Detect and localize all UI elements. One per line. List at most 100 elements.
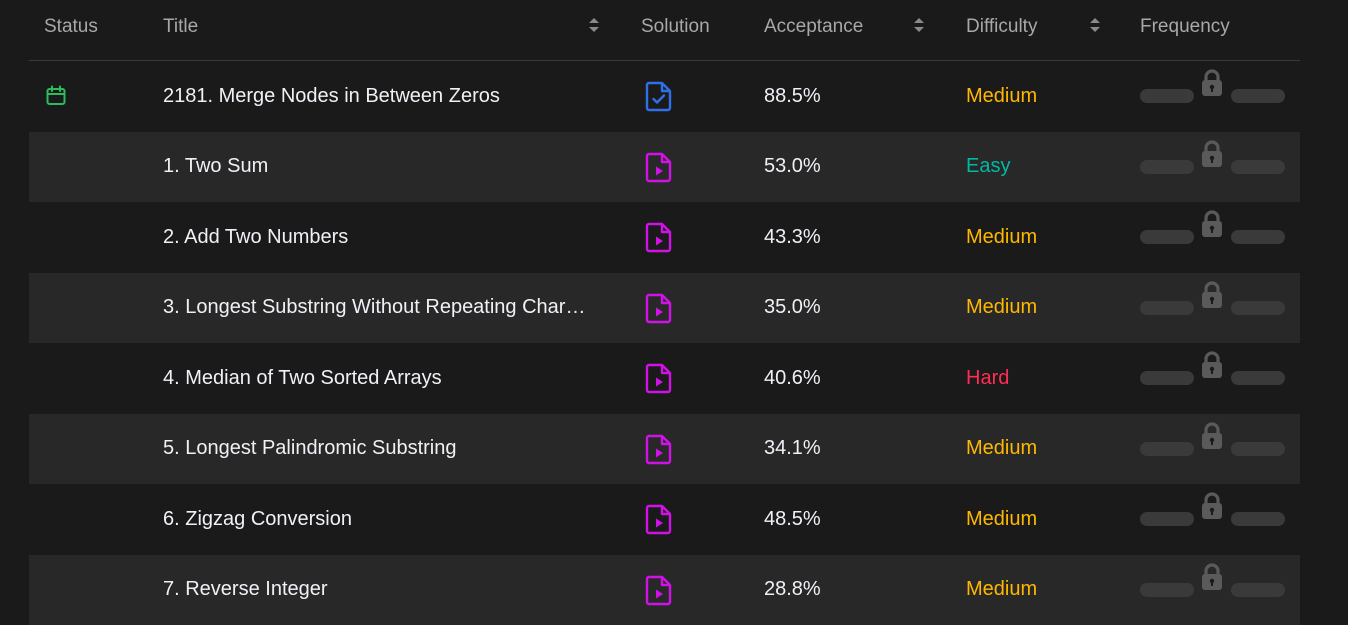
problem-title[interactable]: 3. Longest Substring Without Repeating C…	[163, 296, 585, 319]
difficulty-label: Medium	[966, 555, 1037, 625]
header-acceptance[interactable]: Acceptance	[764, 16, 863, 38]
sort-title-icon[interactable]	[588, 16, 600, 34]
frequency-cell	[1140, 61, 1290, 132]
status-cell	[45, 343, 85, 414]
frequency-bar	[1140, 441, 1285, 457]
frequency-cell	[1140, 343, 1290, 414]
frequency-cell	[1140, 555, 1290, 625]
file-play-icon[interactable]	[645, 433, 673, 465]
problem-title-link[interactable]: 6. Zigzag Conversion	[163, 484, 613, 555]
problem-title-link[interactable]: 2181. Merge Nodes in Between Zeros	[163, 61, 613, 132]
difficulty-label: Medium	[966, 202, 1037, 273]
lock-icon[interactable]	[1197, 491, 1227, 521]
file-play-icon[interactable]	[645, 503, 673, 535]
solution-cell[interactable]	[645, 484, 685, 555]
table-row: 2. Add Two Numbers 43.3% Medium	[29, 202, 1300, 273]
problem-title-link[interactable]: 3. Longest Substring Without Repeating C…	[163, 273, 613, 344]
status-cell	[45, 202, 85, 273]
problem-title-link[interactable]: 2. Add Two Numbers	[163, 202, 613, 273]
frequency-bar	[1140, 159, 1285, 175]
acceptance-rate: 43.3%	[764, 202, 821, 273]
difficulty-label: Medium	[966, 484, 1037, 555]
solution-cell[interactable]	[645, 61, 685, 132]
header-frequency: Frequency	[1140, 16, 1230, 38]
lock-icon[interactable]	[1197, 280, 1227, 310]
table-row: 5. Longest Palindromic Substring 34.1% M…	[29, 414, 1300, 485]
status-cell	[45, 414, 85, 485]
file-play-icon[interactable]	[645, 151, 673, 183]
acceptance-rate: 28.8%	[764, 555, 821, 625]
table-row: 6. Zigzag Conversion 48.5% Medium	[29, 484, 1300, 555]
frequency-bar	[1140, 582, 1285, 598]
difficulty-label: Medium	[966, 61, 1037, 132]
sort-acceptance-icon[interactable]	[913, 16, 925, 34]
frequency-cell	[1140, 132, 1290, 203]
frequency-bar	[1140, 511, 1285, 527]
lock-icon[interactable]	[1197, 209, 1227, 239]
frequency-bar	[1140, 88, 1285, 104]
solution-cell[interactable]	[645, 555, 685, 625]
frequency-cell	[1140, 484, 1290, 555]
problem-title[interactable]: 2. Add Two Numbers	[163, 226, 348, 249]
problem-title[interactable]: 5. Longest Palindromic Substring	[163, 437, 457, 460]
frequency-cell	[1140, 273, 1290, 344]
problem-title[interactable]: 2181. Merge Nodes in Between Zeros	[163, 85, 500, 108]
solution-cell[interactable]	[645, 414, 685, 485]
difficulty-label: Medium	[966, 273, 1037, 344]
problem-title-link[interactable]: 5. Longest Palindromic Substring	[163, 414, 613, 485]
file-play-icon[interactable]	[645, 362, 673, 394]
problem-title-link[interactable]: 7. Reverse Integer	[163, 555, 613, 625]
problem-title[interactable]: 7. Reverse Integer	[163, 578, 328, 601]
acceptance-rate: 35.0%	[764, 273, 821, 344]
lock-icon[interactable]	[1197, 562, 1227, 592]
header-title[interactable]: Title	[163, 16, 198, 38]
solution-cell[interactable]	[645, 343, 685, 414]
lock-icon[interactable]	[1197, 139, 1227, 169]
header-solution: Solution	[641, 16, 710, 38]
status-cell	[45, 132, 85, 203]
header-difficulty[interactable]: Difficulty	[966, 16, 1037, 38]
lock-icon[interactable]	[1197, 68, 1227, 98]
problem-title[interactable]: 6. Zigzag Conversion	[163, 508, 352, 531]
file-play-icon[interactable]	[645, 221, 673, 253]
status-cell	[45, 61, 85, 132]
calendar-icon[interactable]	[45, 85, 67, 107]
solution-cell[interactable]	[645, 202, 685, 273]
acceptance-rate: 88.5%	[764, 61, 821, 132]
table-row: 2181. Merge Nodes in Between Zeros 88.5%…	[29, 61, 1300, 132]
table-row: 1. Two Sum 53.0% Easy	[29, 132, 1300, 203]
problem-title[interactable]: 1. Two Sum	[163, 155, 268, 178]
header-status: Status	[44, 16, 98, 38]
status-cell	[45, 273, 85, 344]
acceptance-rate: 34.1%	[764, 414, 821, 485]
sort-difficulty-icon[interactable]	[1089, 16, 1101, 34]
problem-table: Status Title Solution Acceptance Difficu…	[29, 0, 1300, 625]
frequency-bar	[1140, 300, 1285, 316]
file-play-icon[interactable]	[645, 292, 673, 324]
status-cell	[45, 555, 85, 625]
table-row: 7. Reverse Integer 28.8% Medium	[29, 555, 1300, 625]
table-row: 3. Longest Substring Without Repeating C…	[29, 273, 1300, 344]
acceptance-rate: 48.5%	[764, 484, 821, 555]
problem-title[interactable]: 4. Median of Two Sorted Arrays	[163, 367, 442, 390]
table-header: Status Title Solution Acceptance Difficu…	[29, 0, 1300, 61]
acceptance-rate: 53.0%	[764, 132, 821, 203]
lock-icon[interactable]	[1197, 421, 1227, 451]
difficulty-label: Easy	[966, 132, 1010, 203]
frequency-bar	[1140, 229, 1285, 245]
difficulty-label: Medium	[966, 414, 1037, 485]
difficulty-label: Hard	[966, 343, 1009, 414]
frequency-cell	[1140, 202, 1290, 273]
solution-cell[interactable]	[645, 273, 685, 344]
solution-cell[interactable]	[645, 132, 685, 203]
acceptance-rate: 40.6%	[764, 343, 821, 414]
file-check-icon[interactable]	[645, 80, 673, 112]
status-cell	[45, 484, 85, 555]
frequency-bar	[1140, 370, 1285, 386]
problem-title-link[interactable]: 1. Two Sum	[163, 132, 613, 203]
lock-icon[interactable]	[1197, 350, 1227, 380]
table-row: 4. Median of Two Sorted Arrays 40.6% Har…	[29, 343, 1300, 414]
problem-title-link[interactable]: 4. Median of Two Sorted Arrays	[163, 343, 613, 414]
frequency-cell	[1140, 414, 1290, 485]
file-play-icon[interactable]	[645, 574, 673, 606]
